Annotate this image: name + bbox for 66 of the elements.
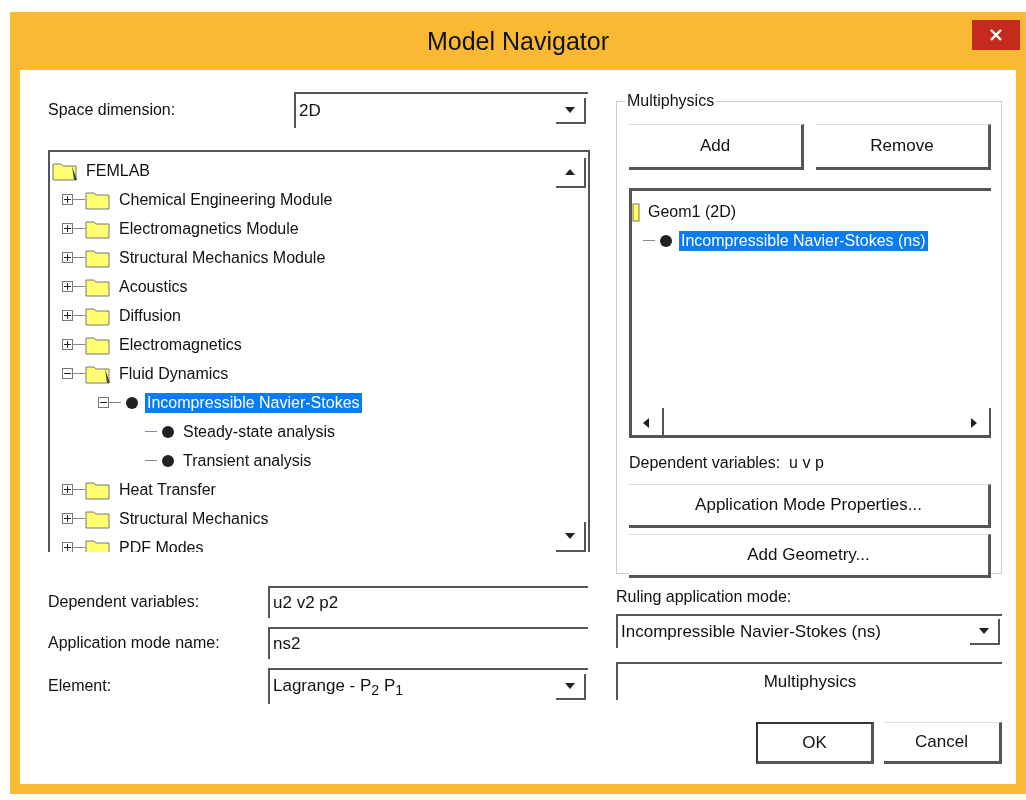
open-folder-icon [85, 363, 111, 384]
element-dropdown[interactable]: Lagrange - P$_{2}$ P$_{1}$ [268, 668, 588, 704]
bullet-icon [125, 395, 139, 410]
multiphysics-toggle-button[interactable]: Multiphysics [616, 662, 1002, 700]
expand-toggle[interactable] [62, 194, 73, 205]
folder-icon [85, 537, 111, 552]
expand-toggle[interactable] [62, 281, 73, 292]
tree-item[interactable]: Electromagnetics Module [117, 218, 301, 239]
expand-toggle[interactable] [62, 484, 73, 495]
folder-icon [85, 189, 111, 210]
tree-item[interactable]: Heat Transfer [117, 479, 218, 500]
action-button[interactable]: Add Geometry... [629, 534, 991, 578]
expand-toggle[interactable] [62, 513, 73, 524]
folder-icon [632, 201, 640, 222]
scroll-down-button[interactable] [556, 522, 586, 552]
close-button[interactable] [972, 20, 1020, 50]
folder-icon [85, 276, 111, 297]
tree-item[interactable]: Incompressible Navier-Stokes (ns) [679, 230, 928, 251]
folder-icon [85, 305, 111, 326]
dialog-button[interactable]: Cancel [884, 722, 1002, 764]
tree-item[interactable]: Diffusion [117, 305, 183, 326]
bullet-icon [161, 424, 175, 439]
input-field[interactable]: ns2 [268, 627, 588, 659]
tree-item[interactable]: Structural Mechanics Module [117, 247, 328, 268]
tree-item[interactable]: Fluid Dynamics [117, 363, 231, 384]
ruling-mode-dropdown[interactable]: Incompressible Navier-Stokes (ns) [616, 614, 1002, 648]
field-label: Ruling application mode: [616, 588, 793, 606]
collapse-toggle[interactable] [62, 368, 73, 379]
input-field[interactable]: u2 v2 p2 [268, 586, 588, 618]
field-label: Space dimension: [48, 101, 177, 119]
dialog-button[interactable]: OK [756, 722, 874, 764]
expand-toggle[interactable] [62, 542, 73, 552]
collapse-toggle[interactable] [98, 397, 109, 408]
field-label: Dependent variables: [48, 593, 201, 611]
tree-item[interactable]: Transient analysis [181, 450, 314, 471]
tree-item[interactable]: Incompressible Navier-Stokes [145, 392, 362, 413]
dependent-variables-text: Dependent variables: u v p [629, 454, 825, 472]
tree-item[interactable]: Structural Mechanics [117, 508, 271, 529]
tree-item[interactable]: Steady-state analysis [181, 421, 338, 442]
scroll-up-button[interactable] [556, 158, 586, 188]
action-button[interactable]: Application Mode Properties... [629, 484, 991, 528]
bullet-icon [161, 453, 175, 468]
space-dimension-dropdown[interactable]: 2D [294, 92, 588, 128]
field-label: Element: [48, 677, 113, 695]
tree-item[interactable]: Geom1 (2D) [646, 201, 739, 222]
close-icon [989, 28, 1003, 42]
folder-icon [85, 508, 111, 529]
expand-toggle[interactable] [62, 252, 73, 263]
field-label: Application mode name: [48, 634, 221, 652]
list-edit-button[interactable]: Add [629, 124, 804, 170]
group-title: Multiphysics [626, 92, 716, 110]
bullet-icon [659, 233, 673, 248]
folder-icon [85, 334, 111, 355]
list-edit-button[interactable]: Remove [816, 124, 991, 170]
tree-item[interactable]: PDF Modes [117, 537, 206, 552]
expand-toggle[interactable] [62, 310, 73, 321]
folder-icon [85, 247, 111, 268]
window-title: Model Navigator [427, 26, 609, 56]
expand-toggle[interactable] [62, 223, 73, 234]
tree-item[interactable]: Electromagnetics [117, 334, 244, 355]
tree-item[interactable]: FEMLAB [84, 160, 152, 181]
expand-toggle[interactable] [62, 339, 73, 350]
tree-item[interactable]: Acoustics [117, 276, 190, 297]
tree-item[interactable]: Chemical Engineering Module [117, 189, 335, 210]
folder-icon [85, 218, 111, 239]
folder-icon [85, 479, 111, 500]
